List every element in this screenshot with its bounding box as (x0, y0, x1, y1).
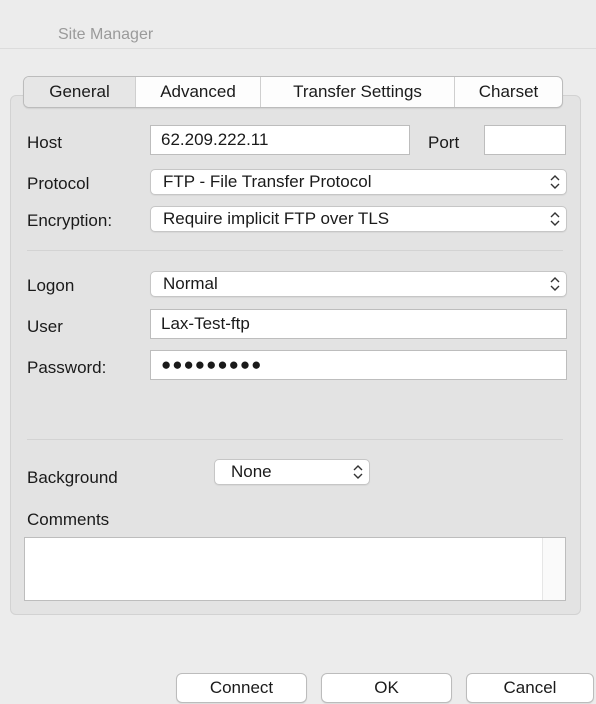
user-label: User (27, 317, 63, 336)
logon-label: Logon (27, 276, 75, 295)
protocol-value: FTP - File Transfer Protocol (163, 172, 372, 191)
tab-transfer-settings[interactable]: Transfer Settings (260, 77, 454, 107)
window-titlebar: Site Manager (0, 0, 596, 49)
host-label: Host (27, 133, 62, 152)
password-input[interactable]: ●●●●●●●●● (150, 350, 567, 380)
window-title: Site Manager (58, 26, 154, 43)
separator (27, 250, 563, 251)
tab-advanced[interactable]: Advanced (135, 77, 260, 107)
tab-charset[interactable]: Charset (454, 77, 562, 107)
comments-label: Comments (27, 510, 110, 529)
user-input[interactable]: Lax-Test-ftp (150, 309, 567, 339)
logon-value: Normal (163, 274, 218, 293)
port-label: Port (428, 133, 460, 152)
up-down-chevron-icon (550, 212, 560, 226)
logon-select[interactable]: Normal (150, 271, 567, 297)
encryption-select[interactable]: Require implicit FTP over TLS (150, 206, 567, 232)
connect-button[interactable]: Connect (176, 673, 307, 703)
protocol-label: Protocol (27, 174, 90, 193)
protocol-select[interactable]: FTP - File Transfer Protocol (150, 169, 567, 195)
background-value: None (231, 462, 272, 481)
tab-bar: General Advanced Transfer Settings Chars… (23, 76, 563, 108)
encryption-value: Require implicit FTP over TLS (163, 209, 390, 228)
up-down-chevron-icon (550, 277, 560, 291)
encryption-label: Encryption: (27, 211, 113, 230)
background-label: Background (27, 468, 118, 487)
host-input[interactable]: 62.209.222.11 (150, 125, 410, 155)
password-label: Password: (27, 358, 107, 377)
comments-scrollbar[interactable] (542, 538, 565, 600)
comments-textarea[interactable] (24, 537, 566, 601)
tab-general[interactable]: General (24, 77, 135, 107)
up-down-chevron-icon (550, 175, 560, 189)
up-down-chevron-icon (353, 465, 363, 479)
cancel-button[interactable]: Cancel (466, 673, 594, 703)
ok-button[interactable]: OK (321, 673, 452, 703)
separator (27, 439, 563, 440)
background-select[interactable]: None (214, 459, 370, 485)
port-input[interactable] (484, 125, 566, 155)
